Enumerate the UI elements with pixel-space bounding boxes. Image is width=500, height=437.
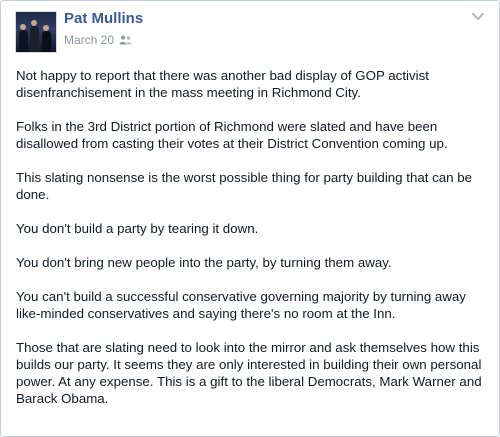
- chevron-down-icon[interactable]: [471, 12, 485, 22]
- post-paragraph: You don't build a party by tearing it do…: [16, 221, 259, 236]
- post-card: Pat Mullins March 20 Not happy to report…: [0, 0, 500, 437]
- avatar-figure-head: [20, 24, 26, 30]
- post-meta: March 20: [64, 33, 132, 47]
- avatar-figure: [30, 26, 39, 52]
- avatar-figure-head: [43, 25, 49, 31]
- post-paragraph: You don't bring new people into the part…: [16, 255, 392, 270]
- avatar-figure: [42, 31, 51, 52]
- post-paragraph: Those that are slating need to look into…: [16, 340, 482, 406]
- friends-icon[interactable]: [119, 35, 132, 45]
- post-paragraph: This slating nonsense is the worst possi…: [16, 170, 473, 202]
- post-paragraph: You can't build a successful conservativ…: [16, 289, 466, 321]
- post-paragraph: Not happy to report that there was anoth…: [16, 68, 429, 100]
- avatar-figure: [19, 30, 28, 52]
- post-body: Not happy to report that there was anoth…: [16, 67, 491, 424]
- avatar-figure-head: [31, 20, 37, 26]
- post-paragraph: Folks in the 3rd District portion of Ric…: [16, 119, 448, 151]
- author-name-link[interactable]: Pat Mullins: [64, 10, 143, 27]
- avatar[interactable]: [15, 11, 57, 53]
- post-timestamp[interactable]: March 20: [64, 33, 114, 47]
